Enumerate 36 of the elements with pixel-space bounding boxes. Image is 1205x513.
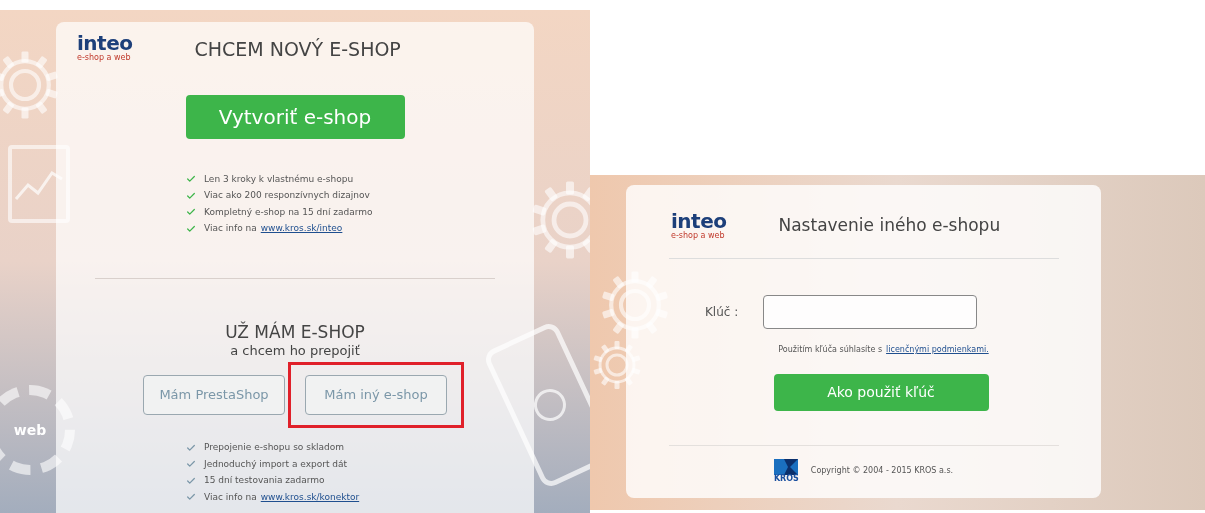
check-icon: [186, 174, 196, 185]
check-icon: [186, 492, 196, 503]
section-subtitle: a chcem ho prepojiť: [230, 342, 360, 359]
logo-wordmark: inteo: [77, 33, 133, 53]
feature-text: Kompletný e-shop na 15 dní zadarmo: [204, 205, 373, 219]
info-link[interactable]: www.kros.sk/inteo: [260, 222, 343, 236]
section-title: UŽ MÁM E-SHOP: [225, 321, 365, 343]
check-icon: [186, 190, 196, 201]
create-shop-button[interactable]: Vytvoriť e-shop: [185, 94, 405, 139]
feature-text: 15 dní testovania zadarmo: [204, 474, 325, 487]
page-title: Nastavenie iného e-shopu: [778, 213, 1001, 237]
license-link[interactable]: licenčnými podmienkami.: [886, 344, 989, 356]
shop-type-button[interactable]: Mám iný e-shop: [305, 375, 447, 415]
feature-text: Len 3 kroky k vlastnému e-shopu: [204, 172, 354, 186]
check-icon: [186, 223, 196, 234]
check-icon: [186, 475, 196, 486]
feature-text: Viac ako 200 responzívnych dizajnov: [204, 189, 370, 202]
logo-wordmark: inteo: [671, 211, 727, 231]
key-label: Klúč :: [705, 304, 740, 321]
section-title: CHCEM NOVÝ E-SHOP: [194, 37, 401, 62]
check-icon: [186, 207, 196, 218]
feature-text: Jednoduchý import a export dát: [204, 457, 348, 471]
consent-text: Použitím kľúča súhlasíte s: [778, 344, 883, 356]
check-icon: [186, 459, 196, 470]
feature-text: Prepojenie e-shopu so skladom: [204, 441, 345, 454]
check-icon: [186, 442, 196, 453]
logo-tagline: e-shop a web: [77, 54, 132, 62]
copyright-text: Copyright © 2004 - 2015 KROS a.s.: [810, 465, 954, 477]
use-key-button[interactable]: Ako použiť kľúč: [773, 374, 989, 411]
kros-logo: KROS: [773, 459, 799, 483]
info-link[interactable]: www.kros.sk/konektor: [260, 490, 360, 504]
shop-type-button[interactable]: Mám PrestaShop: [143, 375, 285, 415]
feature-text: Viac info na: [204, 222, 257, 235]
logo-tagline: e-shop a web: [671, 232, 726, 240]
key-input[interactable]: [763, 295, 977, 329]
feature-text: Viac info na: [204, 490, 257, 504]
